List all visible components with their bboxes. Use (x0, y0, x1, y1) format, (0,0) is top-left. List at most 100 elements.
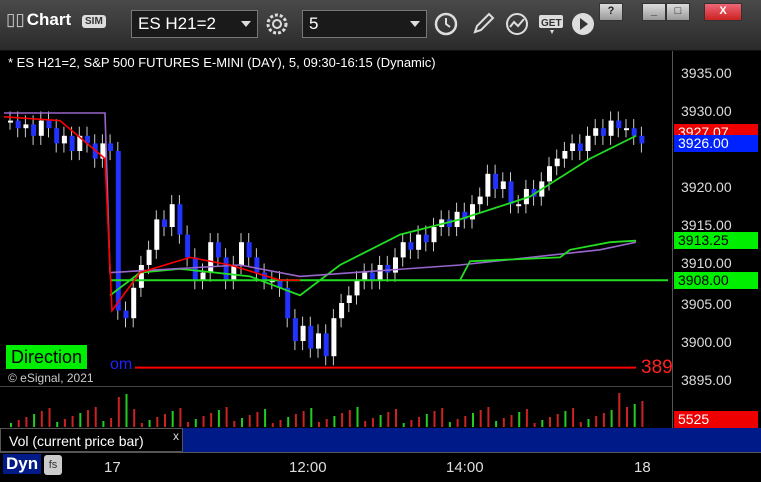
volume-bar (56, 422, 59, 427)
volume-bar (264, 409, 267, 427)
volume-bar (418, 417, 421, 427)
price-chart[interactable] (0, 51, 672, 386)
candle-body (516, 204, 522, 207)
time-label: 17 (104, 459, 121, 476)
candle-body (593, 128, 599, 136)
price-tick: 3900.00 (681, 334, 732, 350)
candle-body (162, 219, 167, 227)
time-label: 14:00 (446, 459, 484, 476)
chart-title: * ES H21=2, S&P 500 FUTURES E-MINI (DAY)… (8, 55, 436, 70)
volume-bar (541, 420, 544, 427)
candle-body (354, 280, 360, 296)
candle-body (69, 135, 75, 151)
volume-bar (456, 419, 459, 427)
candle-body (46, 120, 52, 129)
study-icon[interactable] (504, 11, 530, 37)
candle-body (208, 242, 214, 273)
volume-bar (333, 416, 336, 427)
volume-bar (140, 423, 143, 427)
play-icon[interactable] (570, 11, 596, 37)
volume-bar (194, 419, 197, 427)
time-label: 12:00 (289, 459, 327, 476)
volume-bar (102, 421, 105, 427)
symbol-value: ES H21=2 (138, 14, 216, 33)
volume-bar (556, 414, 559, 427)
volume-bar (510, 415, 513, 427)
volume-bar (10, 423, 12, 427)
price-tick: 3905.00 (681, 296, 732, 312)
volume-bar (356, 407, 359, 427)
candle-body (570, 143, 576, 151)
candle-body (508, 181, 514, 205)
volume-bar (618, 393, 621, 427)
candle-body (608, 120, 614, 136)
volume-bar (364, 421, 367, 427)
maximize-button[interactable]: □ (666, 3, 690, 21)
pencil-icon[interactable] (470, 11, 496, 37)
volume-bar (387, 412, 390, 427)
candle-body (369, 272, 375, 281)
drag-handle-icon[interactable]: ▯▯ (6, 10, 25, 29)
candle-body (8, 120, 13, 123)
volume-bar (241, 418, 243, 427)
volume-bar (187, 422, 190, 427)
get-icon[interactable]: GET (538, 11, 566, 37)
interval-combo[interactable]: 5 (302, 10, 427, 38)
direction-button[interactable]: Direction (6, 345, 88, 369)
volume-bar (587, 419, 590, 427)
price-tick: 3895.00 (681, 372, 732, 388)
chevron-down-icon[interactable] (241, 21, 251, 27)
volume-bar (233, 421, 236, 427)
gear-icon[interactable] (264, 11, 290, 37)
candle-body (585, 135, 591, 151)
volume-bar (325, 419, 328, 427)
candle-body (431, 227, 437, 243)
volume-panel[interactable] (0, 387, 672, 429)
time-axis[interactable]: 17 12:00 14:00 18 (0, 452, 761, 482)
price-box-volume: 5525 (674, 411, 758, 428)
volume-bar (579, 422, 582, 427)
fs-icon[interactable]: fs (44, 455, 62, 475)
volume-bar (464, 416, 467, 427)
close-button[interactable]: X (704, 3, 742, 21)
candle-body (485, 173, 491, 197)
candle-body (631, 128, 637, 136)
volume-bar (202, 416, 205, 427)
candle-body (300, 325, 306, 341)
volume-bar (341, 413, 344, 427)
red-line-label: 389 (641, 357, 673, 378)
help-button[interactable]: ? (599, 3, 623, 21)
volume-bar (433, 411, 436, 427)
volume-bar (395, 409, 397, 427)
volume-bar (448, 422, 451, 427)
volume-bar (87, 410, 89, 427)
minimize-button[interactable]: _ (642, 3, 666, 21)
volume-bar (441, 408, 444, 427)
chart-area[interactable] (0, 51, 672, 387)
volume-bar (125, 394, 128, 427)
clock-icon[interactable] (433, 11, 459, 37)
price-box-green-upper: 3913.25 (674, 232, 758, 249)
chevron-down-icon[interactable] (410, 21, 420, 27)
volume-bar (425, 414, 428, 427)
volume-bar (164, 414, 166, 427)
candle-body (416, 234, 422, 250)
candle-body (200, 272, 206, 281)
candle-body (23, 124, 29, 129)
candle-body (346, 295, 352, 303)
close-icon[interactable]: x (173, 429, 179, 443)
symbol-combo[interactable]: ES H21=2 (131, 10, 258, 38)
volume-bar (94, 407, 97, 427)
candle-body (423, 234, 429, 243)
volume-bar (626, 407, 628, 427)
volume-bar (479, 410, 482, 427)
volume-bar (171, 411, 174, 427)
candle-body (54, 128, 60, 144)
volume-bar (502, 418, 505, 427)
price-tick: 3935.00 (681, 65, 732, 81)
volume-info-bar (183, 428, 761, 452)
volume-bar (63, 419, 66, 427)
volume-bar (294, 414, 297, 427)
dyn-tab[interactable]: Dyn (3, 454, 42, 474)
sim-badge: SIM (82, 15, 106, 28)
